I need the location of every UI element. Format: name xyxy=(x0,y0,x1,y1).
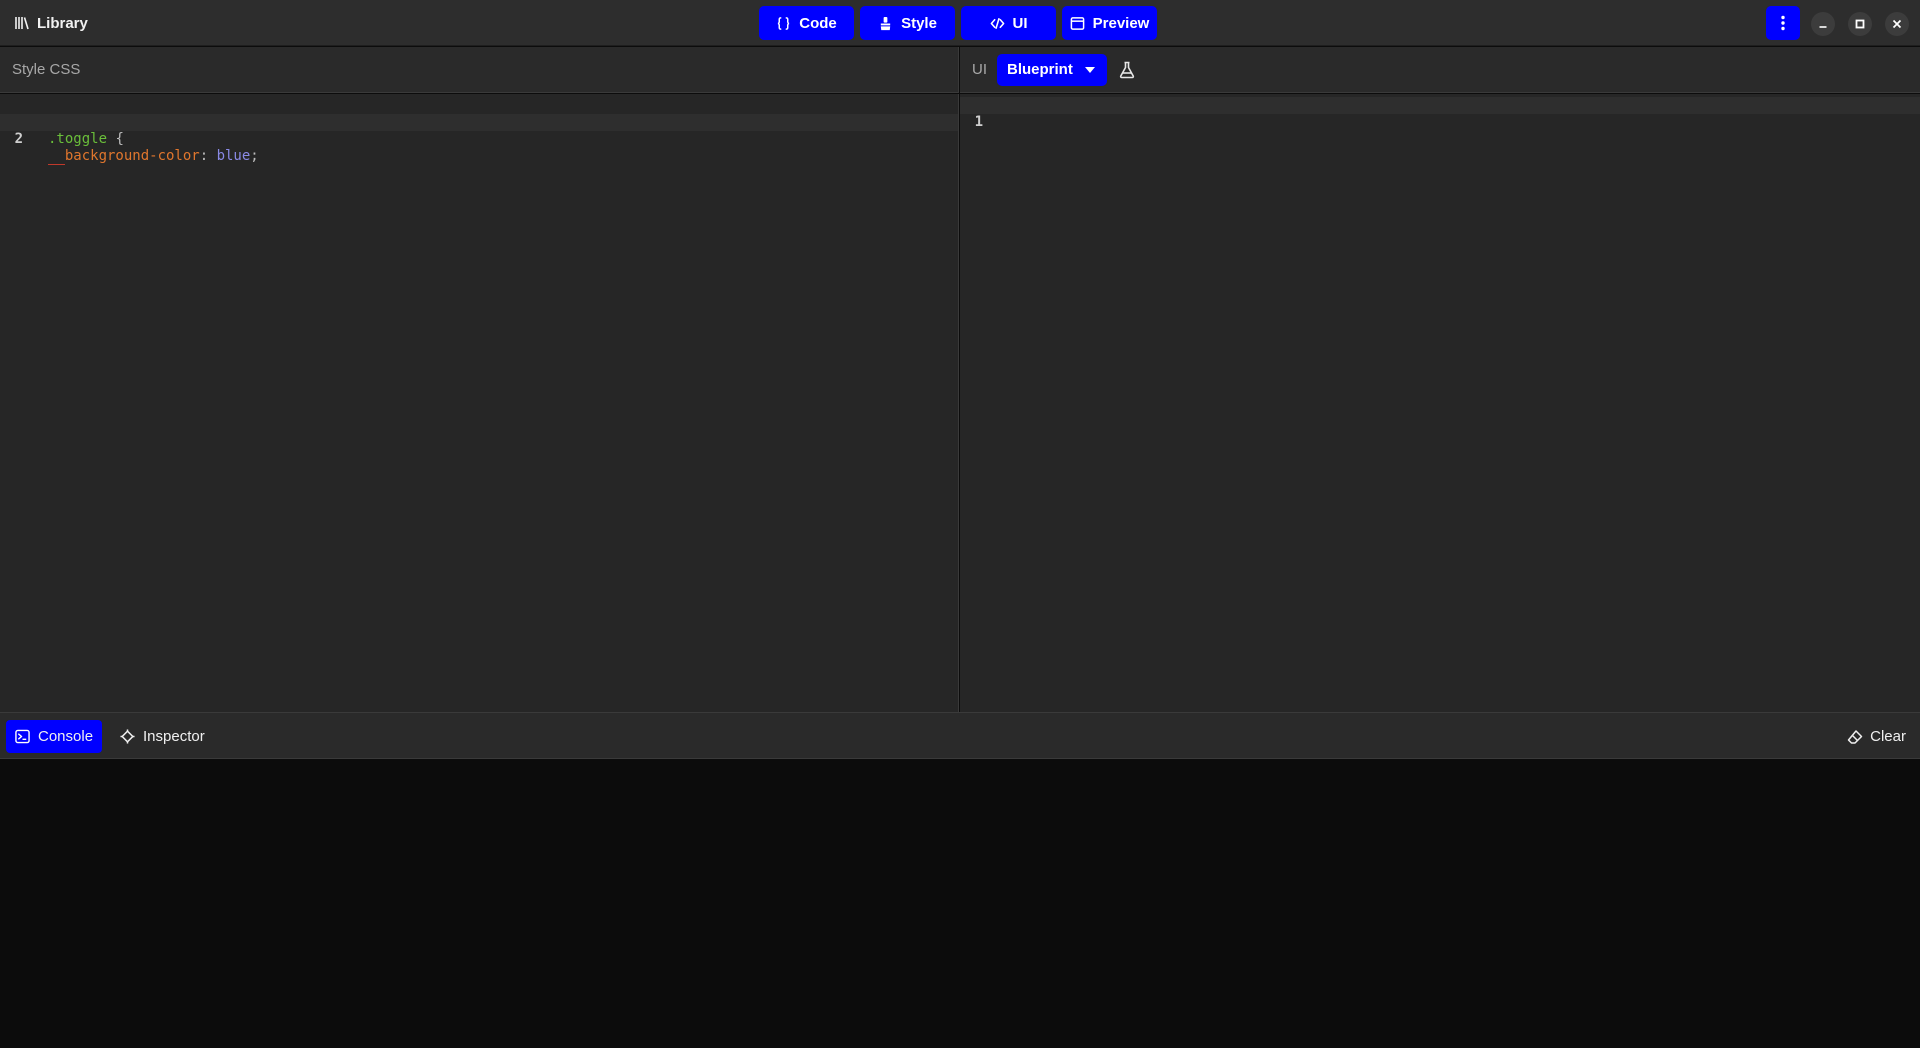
code-mode-button[interactable]: Code xyxy=(759,6,854,40)
css-colon: : xyxy=(199,148,217,164)
style-mode-button[interactable]: Style xyxy=(860,6,955,40)
inspector-icon xyxy=(120,729,135,744)
style-mode-label: Style xyxy=(901,14,937,32)
code-line-active: 2 background-color: blue; xyxy=(0,114,958,165)
ui-mode-label: UI xyxy=(1012,14,1028,32)
console-tab-label: Console xyxy=(38,728,94,745)
console-output xyxy=(0,759,1920,1048)
pane-title: UI xyxy=(972,61,987,78)
library-icon xyxy=(15,17,29,30)
css-indent xyxy=(48,148,65,165)
close-icon xyxy=(1892,19,1902,29)
flask-button[interactable] xyxy=(1117,60,1137,80)
pane-title: Style CSS xyxy=(12,61,81,78)
tab-console[interactable]: Console xyxy=(6,720,103,753)
brush-icon xyxy=(880,16,891,30)
terminal-icon xyxy=(15,729,30,744)
line-number: 1 xyxy=(974,114,983,130)
library-label: Library xyxy=(37,14,88,32)
style-pane-header: Style CSS xyxy=(0,47,959,93)
maximize-icon xyxy=(1855,19,1865,29)
css-value: blue xyxy=(216,148,251,164)
clear-button[interactable]: Clear xyxy=(1847,720,1906,753)
css-editor[interactable]: 1 .toggle { 2 background-color: blue; xyxy=(0,94,959,712)
library-button[interactable]: Library xyxy=(14,11,88,35)
code-line-active: 1 xyxy=(960,97,1920,130)
ui-pane-header: UI Blueprint xyxy=(960,47,1920,93)
maximize-button[interactable] xyxy=(1848,12,1872,36)
mode-switcher: Code Style UI Preview xyxy=(759,6,1157,40)
title-bar: Library Code Style UI Preview xyxy=(0,0,1920,46)
preview-mode-label: Preview xyxy=(1092,14,1150,32)
minimize-button[interactable] xyxy=(1811,12,1835,36)
inspector-tab-label: Inspector xyxy=(143,728,205,745)
ui-mode-button[interactable]: UI xyxy=(961,6,1056,40)
css-selector: .toggle xyxy=(48,131,108,147)
window-icon xyxy=(1070,16,1084,30)
code-line: 1 .toggle { xyxy=(0,97,958,147)
console-toolbar: Console Inspector Clear xyxy=(0,712,1920,759)
eraser-icon xyxy=(1847,729,1863,744)
css-semicolon: ; xyxy=(250,148,259,164)
caret-down-icon xyxy=(1084,66,1095,73)
code-tag-icon xyxy=(990,17,1004,29)
css-brace: { xyxy=(107,131,124,147)
css-property: background-color xyxy=(64,148,200,164)
code-mode-label: Code xyxy=(799,14,837,32)
close-button[interactable] xyxy=(1885,12,1909,36)
kebab-menu-icon xyxy=(1781,15,1785,31)
line-number: 2 xyxy=(14,131,23,147)
ui-editor[interactable]: 1 xyxy=(960,94,1920,712)
braces-icon xyxy=(778,16,790,30)
dropdown-label: Blueprint xyxy=(1007,61,1073,78)
preview-mode-button[interactable]: Preview xyxy=(1062,6,1157,40)
blueprint-dropdown[interactable]: Blueprint xyxy=(997,53,1107,86)
tab-inspector[interactable]: Inspector xyxy=(111,720,214,753)
more-menu-button[interactable] xyxy=(1766,6,1800,40)
clear-label: Clear xyxy=(1870,728,1906,745)
minimize-icon xyxy=(1819,26,1827,28)
flask-icon xyxy=(1119,61,1134,78)
